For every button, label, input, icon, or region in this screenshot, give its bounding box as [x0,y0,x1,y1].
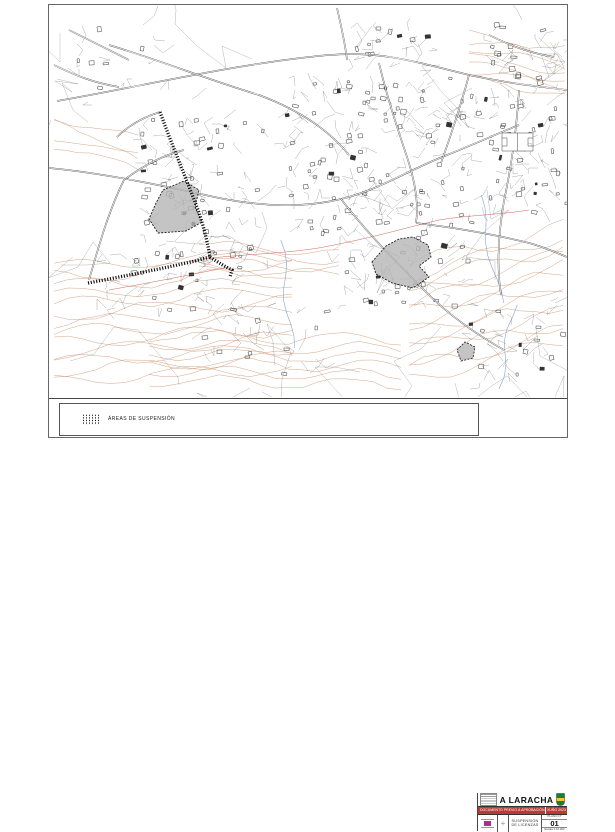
plan-title: SUSPENSIÓN DE LICENZAS [509,815,541,832]
title-block-body: + SUSPENSIÓN DE LICENZAS PLANO Nº 01 Esc… [478,815,567,832]
suspension-band [88,257,210,283]
legend-label: ÁREAS DE SUSPENSIÓN [108,416,175,422]
suspension-area-swatch [82,414,101,425]
approval-banner: DOCUMENTO PREVIO Á APROBACIÓN INICIAL XU… [478,807,567,815]
legend-box: ÁREAS DE SUSPENSIÓN [59,403,479,436]
map-canvas [49,5,567,397]
title-block: A LARACHA DOCUMENTO PREVIO Á APROBACIÓN … [477,793,567,831]
sheet-number: 01 [542,820,567,827]
north-crosshair-icon: + [498,815,509,832]
consultant-logo-mark [484,821,491,826]
org-logo [480,793,497,806]
bottom-strip: ÁREAS DE SUSPENSIÓN A LARACHA DOCUMENTO … [49,399,567,437]
municipality-name: A LARACHA [497,795,556,805]
scale-label: Escala 1:10.000 [542,827,567,832]
legend-entry: ÁREAS DE SUSPENSIÓN [82,412,175,426]
sheet-number-cell: PLANO Nº 01 Escala 1:10.000 [541,815,567,832]
plan-title-line2: DE LICENZAS [511,823,538,828]
plan-sheet: ÁREAS DE SUSPENSIÓN A LARACHA DOCUMENTO … [48,4,568,438]
approval-banner-text: DOCUMENTO PREVIO Á APROBACIÓN INICIAL [478,807,545,814]
municipal-crest-icon [556,793,565,806]
approval-banner-date: XUÑO 2023 [546,807,567,814]
consultant-logo [478,815,498,832]
map-frame [49,5,567,399]
title-block-header: A LARACHA [478,793,567,807]
